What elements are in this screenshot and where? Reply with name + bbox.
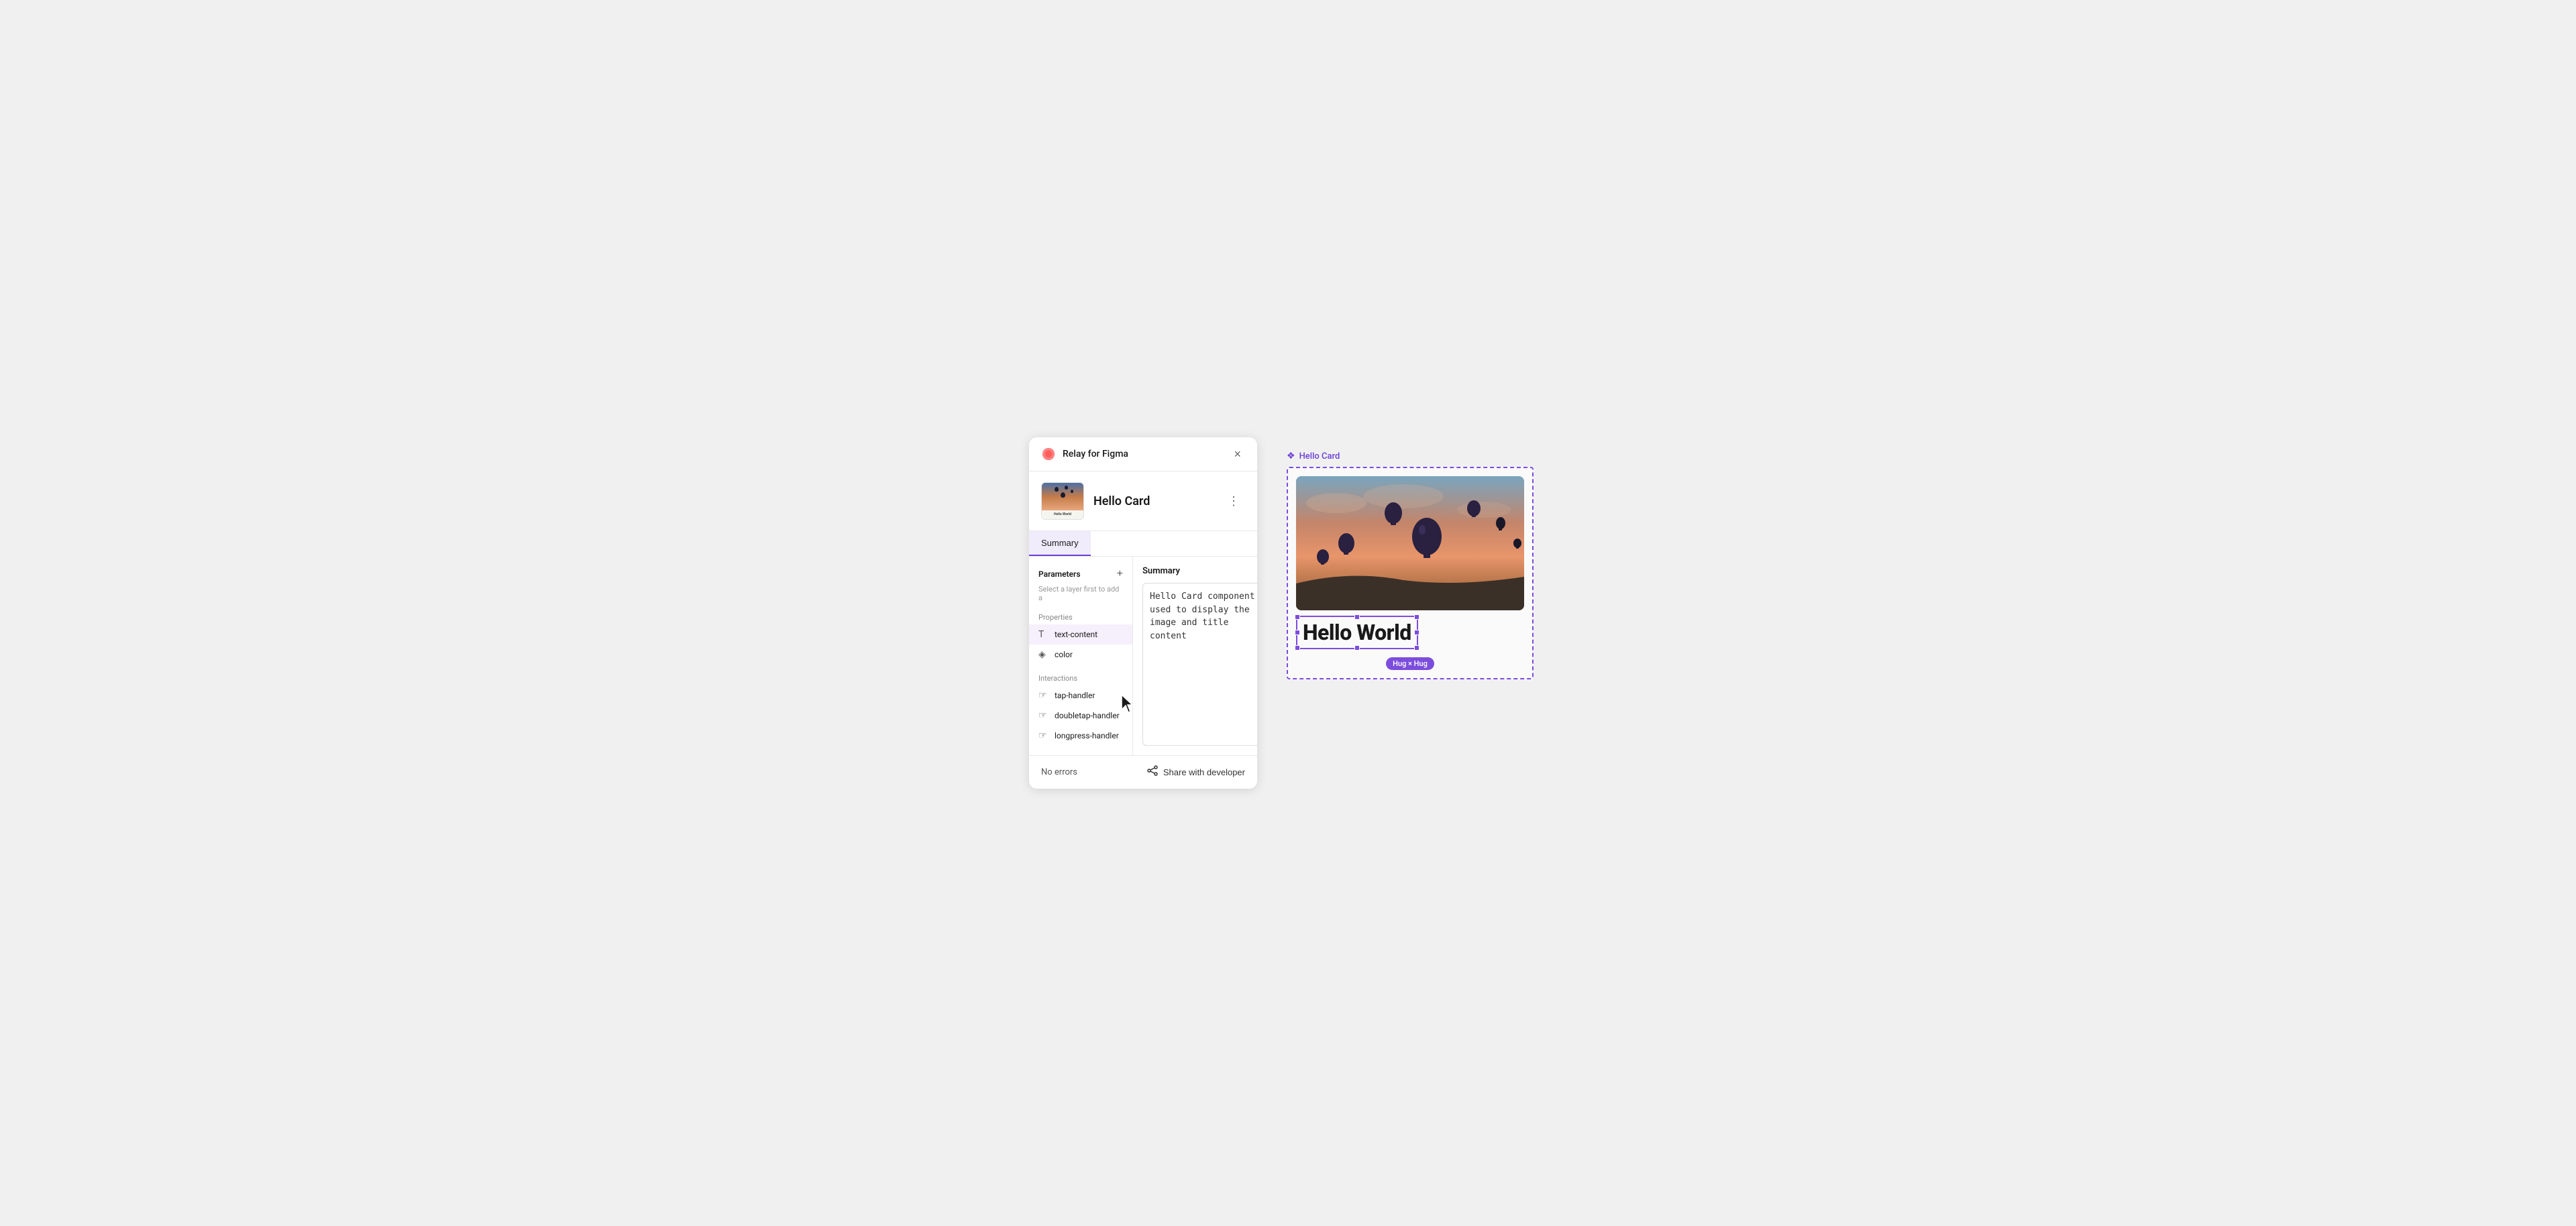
relay-logo-icon [1041, 447, 1056, 461]
property-name-text-content: text-content [1055, 630, 1097, 639]
parameters-section: Parameters + [1029, 566, 1132, 585]
no-errors-status: No errors [1041, 767, 1077, 777]
property-item-text-content[interactable]: T text-content [1029, 624, 1132, 645]
thumbnail-text-area: Hello World [1042, 510, 1083, 520]
handle-ml [1295, 630, 1300, 635]
more-options-button[interactable]: ⋮ [1222, 492, 1245, 511]
panel-footer: No errors Share with developer [1029, 755, 1257, 789]
properties-group-label: Properties [1029, 609, 1132, 624]
share-button[interactable]: Share with developer [1147, 765, 1245, 779]
thumbnail-sky [1042, 483, 1083, 510]
tabs-row: Summary [1029, 531, 1257, 557]
canvas-component-label: ❖ Hello Card [1287, 451, 1340, 461]
interactions-group-label: Interactions [1029, 670, 1132, 685]
canvas-area: ❖ Hello Card [1273, 437, 1547, 693]
doubletap-icon: ☞ [1038, 710, 1049, 721]
share-label: Share with developer [1163, 767, 1245, 777]
text-icon: T [1038, 629, 1049, 640]
thumbnail-balloon-3 [1071, 490, 1073, 493]
handle-tl [1295, 614, 1300, 620]
handle-mt [1354, 614, 1360, 620]
close-button[interactable]: × [1230, 447, 1245, 461]
diamond-icon: ❖ [1287, 451, 1295, 461]
panel-title: Relay for Figma [1063, 449, 1128, 459]
panel: Relay for Figma × Hello World Hello Card… [1029, 437, 1257, 789]
interaction-tap-handler[interactable]: ☞ tap-handler [1029, 685, 1132, 706]
summary-heading: Summary [1142, 566, 1257, 576]
longpress-icon: ☞ [1038, 730, 1049, 741]
handle-br [1414, 645, 1419, 651]
thumbnail-label: Hello World [1054, 512, 1071, 516]
handle-mr [1414, 630, 1419, 635]
share-icon [1147, 765, 1158, 779]
hug-badge: Hug × Hug [1386, 657, 1434, 670]
interaction-name-longpress: longpress-handler [1055, 731, 1119, 740]
panel-body: Parameters + Select a layer first to add… [1029, 557, 1257, 755]
canvas-scene-svg [1296, 476, 1524, 610]
thumbnail-balloon-1 [1055, 487, 1059, 492]
right-column: Summary [1133, 557, 1257, 755]
left-column: Parameters + Select a layer first to add… [1029, 557, 1133, 755]
hug-wrapper: Hug × Hug [1296, 653, 1524, 670]
component-name: Hello Card [1093, 494, 1213, 508]
panel-header-left: Relay for Figma [1041, 447, 1128, 461]
tap-icon: ☞ [1038, 690, 1049, 701]
interaction-longpress-handler[interactable]: ☞ longpress-handler [1029, 726, 1132, 746]
add-parameter-button[interactable]: + [1117, 569, 1123, 579]
app-container: Relay for Figma × Hello World Hello Card… [1029, 437, 1547, 789]
hello-world-title: Hello World [1303, 620, 1411, 645]
thumbnail-balloon-2 [1065, 486, 1068, 490]
interaction-doubletap-handler[interactable]: ☞ doubletap-handler [1029, 706, 1132, 726]
handle-tr [1414, 614, 1419, 620]
hello-card-image [1296, 476, 1524, 610]
handle-bl [1295, 645, 1300, 651]
title-selection-border: Hello World [1296, 616, 1418, 649]
panel-header: Relay for Figma × [1029, 437, 1257, 471]
component-thumbnail: Hello World [1041, 482, 1084, 520]
color-icon: ◈ [1038, 649, 1049, 660]
interaction-name-tap: tap-handler [1055, 691, 1095, 700]
property-item-color[interactable]: ◈ color [1029, 645, 1132, 665]
select-hint: Select a layer first to add a [1029, 585, 1132, 609]
property-name-color: color [1055, 650, 1073, 659]
tab-summary[interactable]: Summary [1029, 531, 1091, 556]
thumbnail-balloon-4 [1061, 492, 1065, 498]
summary-textarea[interactable] [1142, 583, 1257, 746]
hello-card-title-wrapper: Hello World [1296, 616, 1524, 649]
hello-card-canvas: Hello World Hug × Hug [1287, 467, 1534, 679]
component-preview: Hello World Hello Card ⋮ [1029, 471, 1257, 531]
interactions-section: Interactions ☞ tap-handler ☞ doubletap-h… [1029, 670, 1132, 746]
handle-mb [1354, 645, 1360, 651]
interaction-name-doubletap: doubletap-handler [1055, 711, 1120, 720]
